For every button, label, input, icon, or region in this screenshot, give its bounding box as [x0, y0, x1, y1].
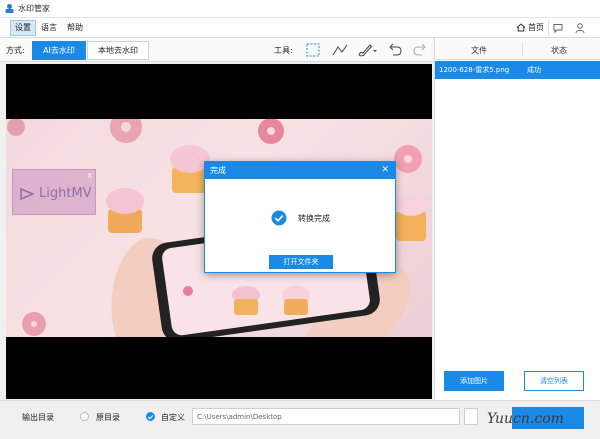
brand-overlay: Yuucn.com: [487, 411, 564, 427]
tab-local-remove[interactable]: 本地去水印: [87, 41, 149, 60]
dialog-message: 转换完成: [298, 214, 330, 223]
col-divider: [522, 42, 523, 56]
browse-button[interactable]: [464, 408, 478, 425]
redo-icon[interactable]: [411, 42, 429, 58]
radio-original-dir[interactable]: [80, 412, 89, 421]
tab-ai-remove[interactable]: AI去水印: [32, 41, 86, 60]
watermark-close-icon[interactable]: X: [87, 172, 92, 180]
toolbar: 方式: AI去水印 本地去水印 工具:: [0, 38, 433, 62]
dialog-title: 完成: [210, 166, 226, 175]
watermark-text: LightMV: [39, 186, 92, 201]
mode-label: 方式:: [6, 46, 25, 55]
lightmv-logo-icon: [20, 187, 35, 201]
radio-custom-label: 自定义: [161, 413, 185, 422]
table-row[interactable]: 1200-628-雷求5.png 成功: [435, 61, 600, 79]
menu-settings[interactable]: 设置: [10, 20, 36, 36]
undo-icon[interactable]: [386, 42, 404, 58]
clear-list-button[interactable]: 清空列表: [524, 371, 584, 391]
output-dir-label: 输出目录: [22, 413, 54, 422]
file-list-panel: 文件 状态 1200-628-雷求5.png 成功 添加图片 清空列表: [434, 38, 600, 400]
check-circle-icon: [271, 210, 287, 226]
completion-dialog: 完成 ✕ 转换完成 打开文件夹: [204, 161, 396, 273]
brush-icon[interactable]: [356, 42, 378, 58]
rect-select-icon[interactable]: [304, 42, 322, 58]
home-button[interactable]: 首页: [512, 20, 549, 36]
output-bar: 输出目录 原目录 自定义 Yuucn.com: [0, 400, 600, 439]
menu-help[interactable]: 帮助: [63, 20, 87, 36]
col-status: 状态: [551, 46, 567, 55]
chat-icon[interactable]: [552, 22, 564, 34]
output-path-input[interactable]: [192, 408, 460, 425]
tools-label: 工具:: [274, 46, 293, 55]
user-icon[interactable]: [574, 22, 586, 34]
home-icon: [516, 23, 526, 32]
dialog-header: 完成 ✕: [205, 162, 395, 179]
open-folder-button[interactable]: 打开文件夹: [269, 255, 333, 269]
title-bar: 水印管家: [0, 0, 600, 18]
app-logo-icon: [5, 4, 14, 13]
dialog-close-icon[interactable]: ✕: [381, 162, 389, 179]
radio-custom-dir[interactable]: [146, 412, 155, 421]
file-status: 成功: [527, 66, 541, 74]
home-label: 首页: [528, 23, 544, 32]
menu-bar: 设置 语言 帮助 首页: [0, 18, 600, 38]
watermark-selection[interactable]: LightMV X: [12, 169, 96, 215]
col-file: 文件: [471, 46, 487, 55]
file-name: 1200-628-雷求5.png: [439, 66, 510, 74]
add-image-button[interactable]: 添加图片: [444, 371, 504, 391]
radio-original-label: 原目录: [96, 413, 120, 422]
window-title: 水印管家: [18, 4, 50, 13]
file-list-header: 文件 状态: [435, 38, 600, 60]
menu-language[interactable]: 语言: [37, 20, 61, 36]
polyline-icon[interactable]: [331, 42, 349, 58]
